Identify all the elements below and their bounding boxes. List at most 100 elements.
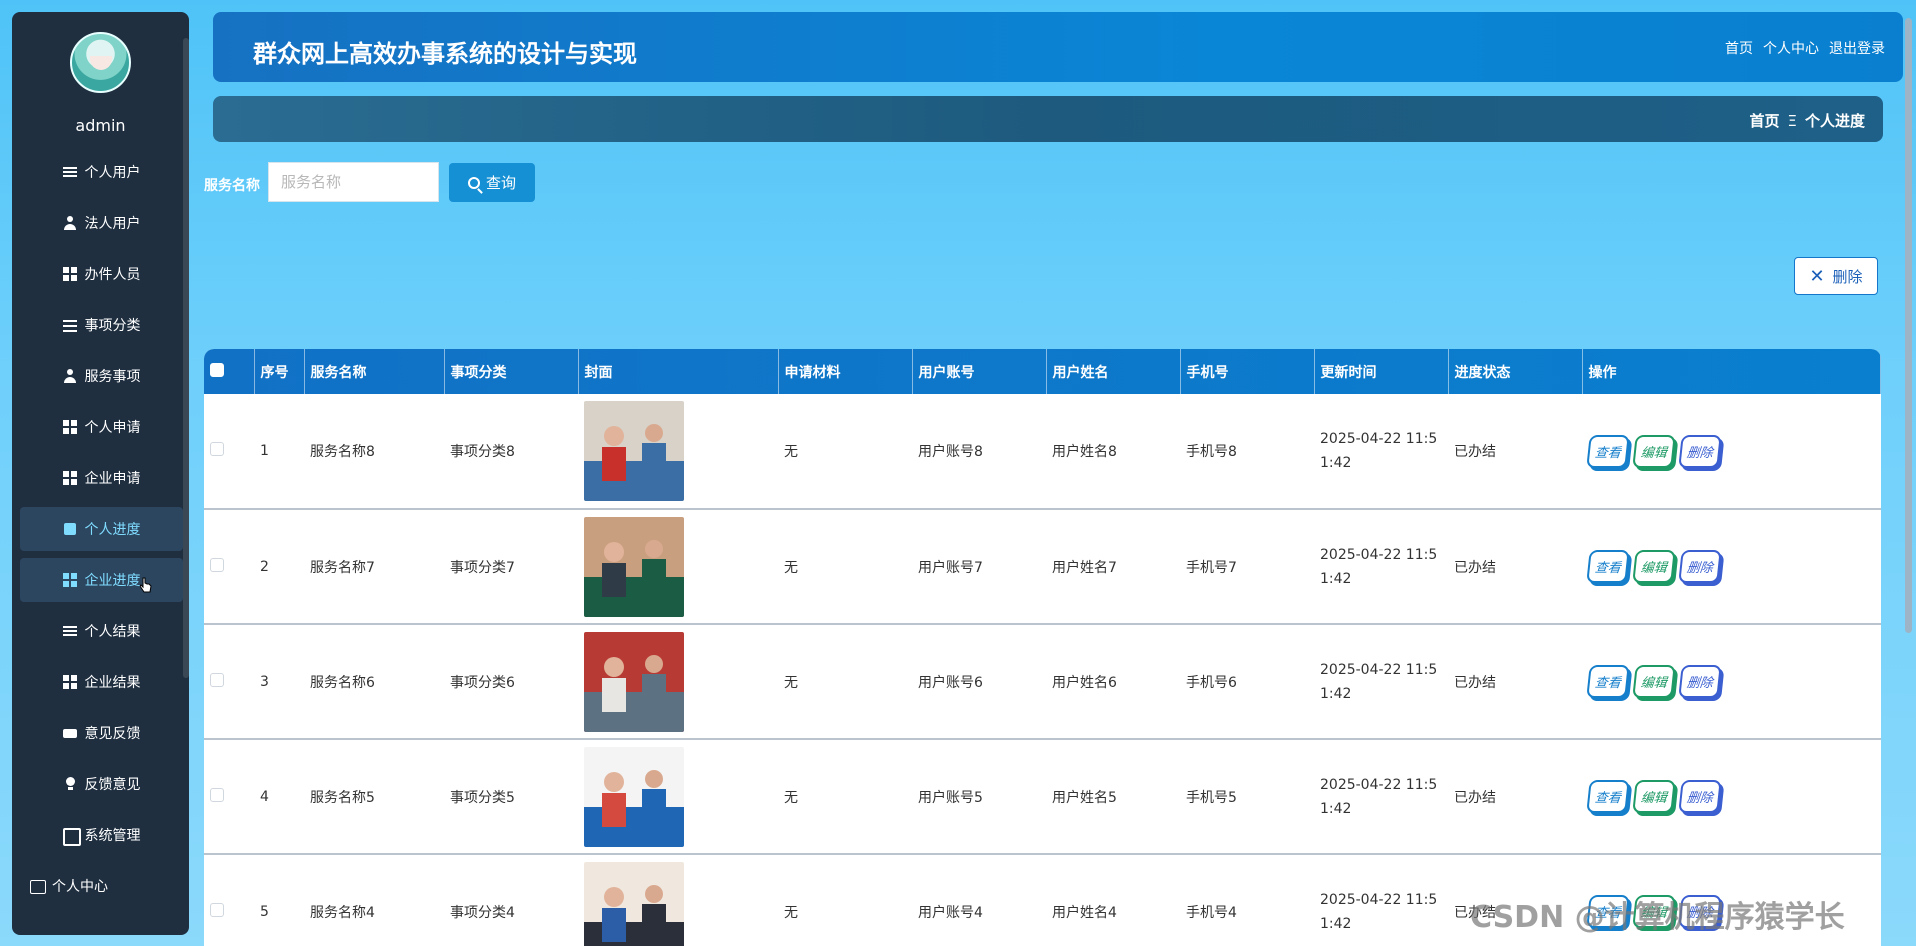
- view-button[interactable]: 查看: [1586, 780, 1630, 813]
- breadcrumb-bar: 首页 Ξ 个人进度: [213, 96, 1883, 142]
- row-ops: 查看 编辑 删除: [1582, 394, 1881, 510]
- row-delete-button[interactable]: 删除: [1678, 665, 1722, 698]
- sidebar-item-legal-users[interactable]: 法人用户: [20, 201, 183, 245]
- home-link[interactable]: 首页: [1725, 38, 1753, 58]
- row-checkbox-cell[interactable]: [204, 854, 254, 946]
- sidebar-item-profile[interactable]: 个人中心: [20, 864, 183, 908]
- row-cover-cell: [578, 739, 778, 855]
- delete-button[interactable]: ✕ 删除: [1794, 257, 1878, 295]
- edit-button[interactable]: 编辑: [1632, 780, 1676, 813]
- row-checkbox-cell[interactable]: [204, 739, 254, 855]
- row-no: 5: [254, 854, 304, 946]
- row-account: 用户账号4: [912, 854, 1046, 946]
- grid-icon: [62, 675, 77, 689]
- data-table: 序号 服务名称 事项分类 封面 申请材料 用户账号 用户姓名 手机号 更新时间 …: [204, 349, 1881, 946]
- breadcrumb: 首页 Ξ 个人进度: [1749, 110, 1865, 131]
- row-material: 无: [778, 509, 912, 625]
- sidebar-item-label: 企业进度: [84, 573, 141, 589]
- sidebar-item-personal-users[interactable]: 个人用户: [20, 150, 183, 194]
- row-category: 事项分类6: [444, 624, 578, 740]
- row-delete-button[interactable]: 删除: [1678, 550, 1722, 583]
- row-checkbox-cell[interactable]: [204, 624, 254, 740]
- hand-cursor-icon: [140, 577, 152, 593]
- row-time-text: 2025-04-22 11:51:42: [1320, 776, 1438, 817]
- sidebar-item-company-result[interactable]: 企业结果: [20, 660, 183, 704]
- row-delete-button[interactable]: 删除: [1678, 780, 1722, 813]
- sidebar-item-label: 企业结果: [84, 675, 141, 691]
- column-header: 操作: [1582, 349, 1881, 394]
- row-time-text: 2025-04-22 11:51:42: [1320, 546, 1438, 587]
- row-category: 事项分类8: [444, 394, 578, 510]
- sidebar-item-personal-apply[interactable]: 个人申请: [20, 405, 183, 449]
- profile-link[interactable]: 个人中心: [1763, 38, 1819, 58]
- sidebar-item-service[interactable]: 服务事项: [20, 354, 183, 398]
- edit-button[interactable]: 编辑: [1632, 550, 1676, 583]
- table-row[interactable]: 2 服务名称7 事项分类7 无用户账号7 用户姓名7 手机号7 2025-04-22 11:…: [204, 509, 1881, 625]
- page-scrollbar[interactable]: [1905, 18, 1912, 633]
- sidebar-item-feedback-opinion[interactable]: 反馈意见: [20, 762, 183, 806]
- table-row[interactable]: 1 服务名称8 事项分类8 无用户账号8 用户姓名8 手机号8 2025-04-22 11:…: [204, 394, 1881, 510]
- breadcrumb-home[interactable]: 首页: [1749, 110, 1779, 131]
- row-ops: 查看 编辑 删除: [1582, 509, 1881, 625]
- edit-button[interactable]: 编辑: [1632, 665, 1676, 698]
- sidebar-item-label: 办件人员: [84, 267, 141, 283]
- row-checkbox[interactable]: [210, 902, 224, 917]
- sidebar-item-personal-progress[interactable]: 个人进度: [20, 507, 183, 551]
- sidebar-item-staff[interactable]: 办件人员: [20, 252, 183, 296]
- user-icon: [63, 369, 77, 383]
- sidebar-scrollbar[interactable]: [183, 38, 189, 678]
- row-material: 无: [778, 739, 912, 855]
- select-all-checkbox[interactable]: [210, 362, 224, 377]
- row-account: 用户账号7: [912, 509, 1046, 625]
- sidebar-item-feedback[interactable]: 意见反馈: [20, 711, 183, 755]
- row-account: 用户账号6: [912, 624, 1046, 740]
- row-phone: 手机号7: [1180, 509, 1314, 625]
- sidebar-item-system[interactable]: 系统管理: [20, 813, 183, 857]
- row-account: 用户账号5: [912, 739, 1046, 855]
- watermark: CSDN @计算机程序猿学长: [1470, 900, 1845, 935]
- row-time-text: 2025-04-22 11:51:42: [1320, 891, 1438, 932]
- book-icon: [63, 522, 77, 536]
- cover-image: [584, 516, 684, 617]
- sidebar-item-category[interactable]: 事项分类: [20, 303, 183, 347]
- search-input[interactable]: [268, 162, 439, 202]
- sidebar-item-label: 个人中心: [52, 879, 108, 895]
- row-checkbox-cell[interactable]: [204, 394, 254, 510]
- column-header: 进度状态: [1448, 349, 1583, 394]
- sidebar-item-company-progress[interactable]: 企业进度: [20, 558, 183, 602]
- row-name: 用户姓名4: [1046, 854, 1180, 946]
- column-header: 序号: [254, 349, 305, 394]
- select-all-checkbox-cell[interactable]: [204, 349, 255, 394]
- header-links: 首页 个人中心 退出登录: [1725, 38, 1885, 58]
- sidebar-item-company-apply[interactable]: 企业申请: [20, 456, 183, 500]
- grid-icon: [62, 471, 77, 485]
- row-checkbox[interactable]: [210, 442, 224, 456]
- edit-button[interactable]: 编辑: [1632, 434, 1676, 468]
- query-button[interactable]: 查询: [449, 163, 535, 202]
- view-button[interactable]: 查看: [1586, 665, 1630, 698]
- row-phone: 手机号6: [1180, 624, 1314, 740]
- cover-image: [584, 631, 684, 732]
- avatar[interactable]: [70, 32, 131, 93]
- view-button[interactable]: 查看: [1586, 550, 1630, 583]
- table-row[interactable]: 3 服务名称6 事项分类6 无用户账号6 用户姓名6 手机号6 2025-04-22 11:…: [204, 624, 1881, 740]
- logout-link[interactable]: 退出登录: [1829, 38, 1885, 58]
- row-time: 2025-04-22 11:51:42: [1314, 854, 1448, 946]
- row-name: 用户姓名8: [1046, 394, 1180, 510]
- sidebar-item-label: 企业申请: [84, 471, 141, 487]
- username: admin: [75, 116, 126, 135]
- row-cover-cell: [578, 854, 778, 946]
- row-checkbox[interactable]: [210, 557, 224, 572]
- column-header: 申请材料: [778, 349, 913, 394]
- view-button[interactable]: 查看: [1586, 434, 1630, 468]
- row-checkbox[interactable]: [210, 787, 224, 802]
- sidebar-item-personal-result[interactable]: 个人结果: [20, 609, 183, 653]
- column-header: 封面: [578, 349, 779, 394]
- ticket-icon: [62, 726, 77, 740]
- row-category: 事项分类4: [444, 854, 578, 946]
- row-checkbox[interactable]: [210, 672, 224, 687]
- column-header: 更新时间: [1314, 349, 1449, 394]
- row-checkbox-cell[interactable]: [204, 509, 254, 625]
- row-delete-button[interactable]: 删除: [1678, 434, 1722, 468]
- table-row[interactable]: 4 服务名称5 事项分类5 无用户账号5 用户姓名5 手机号5 2025-04-22 11:…: [204, 739, 1881, 855]
